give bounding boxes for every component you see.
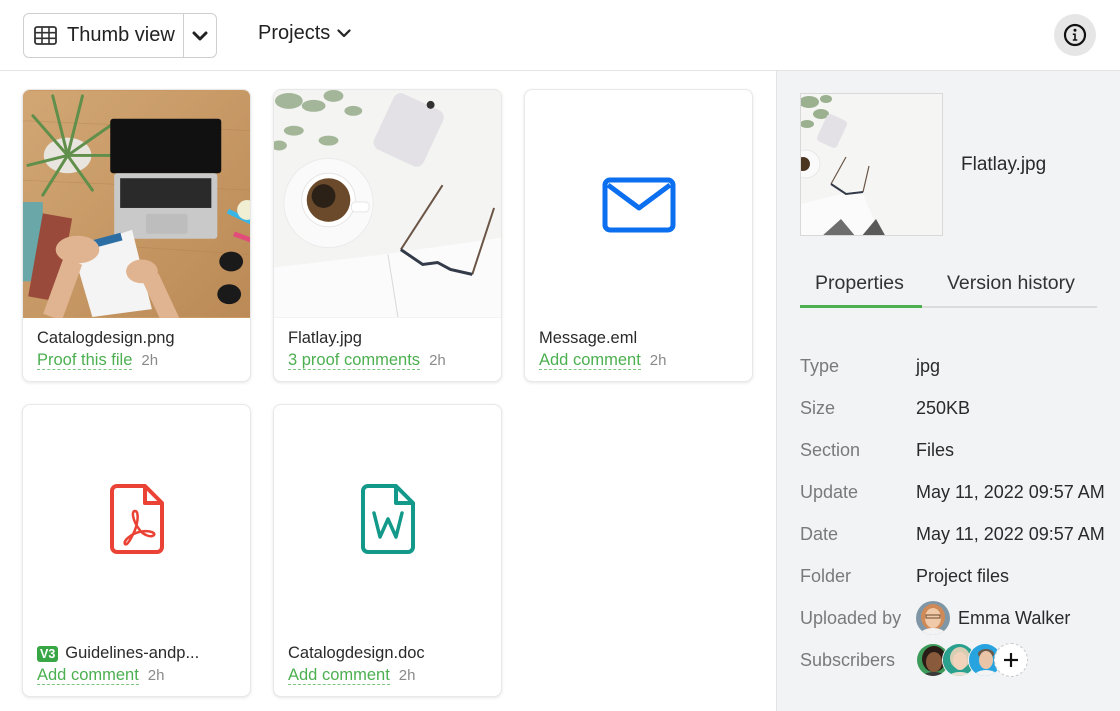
property-value: May 11, 2022 09:57 AM bbox=[916, 524, 1105, 545]
property-key: Size bbox=[800, 398, 916, 419]
file-preview bbox=[800, 93, 943, 236]
tab-properties[interactable]: Properties bbox=[815, 272, 904, 295]
file-thumbnail bbox=[274, 405, 501, 633]
property-value: jpg bbox=[916, 356, 940, 377]
pdf-file-icon bbox=[109, 483, 165, 555]
file-name: Catalogdesign.png bbox=[37, 329, 236, 348]
info-button[interactable] bbox=[1054, 14, 1096, 56]
property-row: Subscribers bbox=[800, 645, 1028, 675]
toolbar: Thumb view Projects bbox=[0, 0, 1120, 71]
avatar[interactable] bbox=[916, 601, 950, 635]
file-card[interactable]: Catalogdesign.png Proof this file 2h bbox=[22, 89, 251, 382]
file-name: Flatlay.jpg bbox=[288, 329, 487, 348]
view-mode-button[interactable]: Thumb view bbox=[24, 14, 184, 57]
flatlay-preview-photo bbox=[801, 94, 943, 236]
file-age: 2h bbox=[650, 352, 667, 369]
laptop-desk-photo bbox=[23, 90, 250, 318]
property-key: Folder bbox=[800, 566, 916, 587]
property-value: 250KB bbox=[916, 398, 970, 419]
property-key: Subscribers bbox=[800, 650, 916, 671]
property-row: Date May 11, 2022 09:57 AM bbox=[800, 519, 1105, 549]
selected-file-name: Flatlay.jpg bbox=[961, 154, 1046, 176]
file-card[interactable]: Catalogdesign.doc Add comment 2h bbox=[273, 404, 502, 697]
proof-file-link[interactable]: Proof this file bbox=[37, 351, 132, 370]
chevron-down-icon bbox=[192, 31, 208, 41]
view-mode-label: Thumb view bbox=[67, 24, 175, 47]
property-row: Folder Project files bbox=[800, 561, 1009, 591]
tab-version-history[interactable]: Version history bbox=[947, 272, 1075, 295]
property-row: Type jpg bbox=[800, 351, 940, 381]
property-key: Uploaded by bbox=[800, 608, 916, 629]
file-thumbnail bbox=[525, 90, 752, 318]
flatlay-photo bbox=[274, 90, 501, 318]
details-panel: Flatlay.jpg Properties Version history T… bbox=[776, 71, 1120, 711]
file-age: 2h bbox=[429, 352, 446, 369]
projects-dropdown[interactable]: Projects bbox=[258, 22, 351, 45]
file-name: Guidelines-andp... bbox=[65, 644, 199, 663]
property-row: Section Files bbox=[800, 435, 954, 465]
property-key: Update bbox=[800, 482, 916, 503]
uploader: Emma Walker bbox=[916, 601, 1070, 635]
proof-comments-link[interactable]: 3 proof comments bbox=[288, 351, 420, 370]
file-name: Message.eml bbox=[539, 329, 738, 348]
property-row: Size 250KB bbox=[800, 393, 970, 423]
mail-icon bbox=[602, 177, 676, 233]
add-comment-link[interactable]: Add comment bbox=[37, 666, 139, 685]
details-tabs: Properties Version history bbox=[800, 266, 1097, 308]
file-thumbnail-photo bbox=[23, 90, 250, 318]
projects-label: Projects bbox=[258, 22, 330, 45]
property-value: Files bbox=[916, 440, 954, 461]
add-comment-link[interactable]: Add comment bbox=[288, 666, 390, 685]
file-card[interactable]: Message.eml Add comment 2h bbox=[524, 89, 753, 382]
grid-icon bbox=[34, 26, 57, 45]
property-row: Update May 11, 2022 09:57 AM bbox=[800, 477, 1105, 507]
file-card[interactable]: V3 Guidelines-andp... Add comment 2h bbox=[22, 404, 251, 697]
property-key: Date bbox=[800, 524, 916, 545]
file-age: 2h bbox=[399, 667, 416, 684]
add-subscriber-button[interactable] bbox=[994, 643, 1028, 677]
file-thumbnail-photo bbox=[274, 90, 501, 318]
avatar-emma-walker bbox=[916, 601, 950, 635]
subscriber-avatars bbox=[916, 643, 1028, 677]
property-value: May 11, 2022 09:57 AM bbox=[916, 482, 1105, 503]
property-value: Project files bbox=[916, 566, 1009, 587]
chevron-down-icon bbox=[337, 29, 351, 38]
word-file-icon bbox=[360, 483, 416, 555]
file-name-row: V3 Guidelines-andp... bbox=[37, 644, 236, 663]
property-row: Uploaded by Emma Walker bbox=[800, 603, 1070, 633]
active-tab-indicator bbox=[800, 305, 922, 308]
add-comment-link[interactable]: Add comment bbox=[539, 351, 641, 370]
file-grid: Catalogdesign.png Proof this file 2h bbox=[0, 71, 776, 711]
file-thumbnail bbox=[23, 405, 250, 633]
file-card[interactable]: Flatlay.jpg 3 proof comments 2h bbox=[273, 89, 502, 382]
uploader-name: Emma Walker bbox=[958, 608, 1070, 629]
info-icon bbox=[1063, 23, 1087, 47]
file-name: Catalogdesign.doc bbox=[288, 644, 487, 663]
plus-icon bbox=[1003, 652, 1019, 668]
view-dropdown-toggle[interactable] bbox=[184, 14, 216, 57]
view-selector[interactable]: Thumb view bbox=[23, 13, 217, 58]
file-age: 2h bbox=[141, 352, 158, 369]
property-key: Type bbox=[800, 356, 916, 377]
file-age: 2h bbox=[148, 667, 165, 684]
version-badge: V3 bbox=[37, 646, 58, 662]
property-key: Section bbox=[800, 440, 916, 461]
